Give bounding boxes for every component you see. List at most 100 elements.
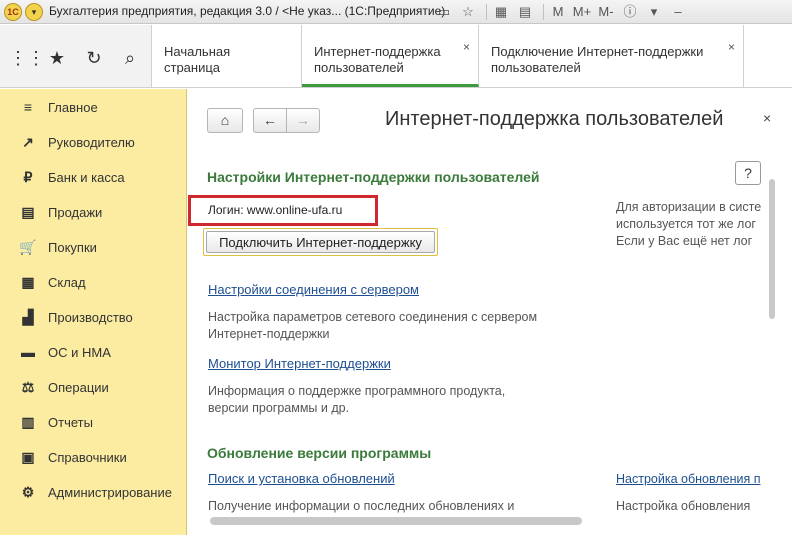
- sidebar-item-assets[interactable]: ▬ ОС и НМА: [0, 338, 187, 366]
- sidebar: ≡ Главное ↗ Руководителю ₽ Банк и касса …: [0, 89, 187, 535]
- tab-label: Начальная страница: [164, 44, 231, 75]
- trend-icon: ↗: [22, 134, 34, 150]
- scales-icon: ⚖: [21, 379, 35, 395]
- separator: [543, 4, 544, 20]
- desc-line: версии программы и др.: [208, 401, 350, 415]
- support-monitor-desc: Информация о поддержке программного прод…: [208, 383, 505, 417]
- sidebar-item-main[interactable]: ≡ Главное: [0, 93, 187, 121]
- tab-home[interactable]: Начальная страница: [152, 25, 302, 87]
- minimize-icon[interactable]: –: [668, 2, 688, 22]
- sidebar-item-manager[interactable]: ↗ Руководителю: [0, 128, 187, 156]
- horizontal-scrollbar[interactable]: [210, 517, 582, 525]
- sidebar-item-label: Склад: [48, 274, 86, 290]
- tab-bar: ⋮⋮ ★ ↻ ⌕ Начальная страница Интернет-под…: [0, 25, 792, 88]
- window-title: Бухгалтерия предприятия, редакция 3.0 / …: [49, 4, 446, 18]
- calendar-icon[interactable]: ▤: [515, 2, 535, 22]
- factory-icon: ▟: [22, 309, 34, 325]
- search-updates-link[interactable]: Поиск и установка обновлений: [208, 471, 395, 486]
- scrollbar-thumb[interactable]: [769, 179, 775, 319]
- chart-icon: ▥: [21, 414, 35, 430]
- sidebar-item-label: Отчеты: [48, 414, 93, 430]
- sidebar-item-production[interactable]: ▟ Производство: [0, 303, 187, 331]
- apps-grid-icon[interactable]: ⋮⋮: [9, 47, 45, 69]
- close-form-icon[interactable]: ×: [763, 110, 771, 126]
- window-icon[interactable]: ▭: [434, 2, 454, 22]
- history-icon[interactable]: ↻: [83, 47, 105, 69]
- sidebar-item-reports[interactable]: ▥ Отчеты: [0, 408, 187, 436]
- info-line: Для авторизации в систе: [616, 200, 762, 214]
- help-button[interactable]: ?: [735, 161, 761, 185]
- home-icon: ⌂: [220, 112, 230, 128]
- truck-icon: ▬: [21, 344, 35, 360]
- support-monitor-link[interactable]: Монитор Интернет-поддержки: [208, 356, 391, 371]
- sidebar-item-label: Покупки: [48, 239, 97, 255]
- tab-connect-support[interactable]: Подключение Интернет-поддержки пользоват…: [479, 25, 744, 87]
- memory-mminus-button[interactable]: M-: [596, 2, 616, 22]
- update-section-title: Обновление версии программы: [207, 445, 432, 461]
- update-settings-link[interactable]: Настройка обновления п: [616, 471, 766, 488]
- tab-close-icon[interactable]: ×: [728, 39, 735, 55]
- cart-icon: 🛒: [19, 239, 37, 255]
- sidebar-item-sales[interactable]: ▤ Продажи: [0, 198, 187, 226]
- connection-settings-link[interactable]: Настройки соединения с сервером: [208, 282, 419, 297]
- memory-mplus-button[interactable]: M+: [572, 2, 592, 22]
- book-icon: ▣: [21, 449, 35, 465]
- menu-icon: ≡: [23, 99, 33, 115]
- home-button[interactable]: ⌂: [207, 108, 243, 133]
- favorites-star-icon[interactable]: ★: [46, 47, 68, 69]
- sidebar-item-label: Руководителю: [48, 134, 135, 150]
- vertical-scrollbar[interactable]: [767, 177, 777, 529]
- sidebar-item-directories[interactable]: ▣ Справочники: [0, 443, 187, 471]
- search-updates-desc: Получение информации о последних обновле…: [208, 499, 515, 513]
- sidebar-item-administration[interactable]: ⚙ Администрирование: [0, 478, 187, 506]
- sidebar-item-label: Администрирование: [48, 484, 172, 500]
- ruble-icon: ₽: [23, 169, 33, 185]
- tab-close-icon[interactable]: ×: [463, 39, 470, 55]
- info-line: используется тот же лог: [616, 217, 756, 231]
- calculator-icon[interactable]: ▦: [491, 2, 511, 22]
- sidebar-item-label: Справочники: [48, 449, 127, 465]
- sidebar-item-purchases[interactable]: 🛒 Покупки: [0, 233, 187, 261]
- app-logo-icon[interactable]: 1С: [4, 3, 22, 21]
- sidebar-item-warehouse[interactable]: ▦ Склад: [0, 268, 187, 296]
- title-bar: 1С ▾ Бухгалтерия предприятия, редакция 3…: [0, 0, 792, 24]
- desc-line: Интернет-поддержки: [208, 327, 330, 341]
- back-button[interactable]: ←: [253, 108, 287, 133]
- dropdown-icon[interactable]: ▾: [644, 2, 664, 22]
- main-content: ⌂ ← → Интернет-поддержка пользователей ×…: [188, 89, 792, 535]
- gear-icon: ⚙: [21, 484, 35, 500]
- connection-settings-desc: Настройка параметров сетевого соединения…: [208, 309, 537, 343]
- desc-line: Информация о поддержке программного прод…: [208, 384, 506, 398]
- search-icon[interactable]: ⌕: [119, 47, 141, 69]
- sidebar-item-bank[interactable]: ₽ Банк и касса: [0, 163, 187, 191]
- sidebar-item-label: Банк и касса: [48, 169, 125, 185]
- desc-line: Настройка параметров сетевого соединения…: [208, 310, 538, 324]
- sidebar-item-label: Производство: [48, 309, 133, 325]
- memory-m-button[interactable]: M: [548, 2, 568, 22]
- update-settings-desc: Настройка обновления: [616, 499, 751, 513]
- info-icon[interactable]: ⓘ: [620, 2, 640, 22]
- arrow-right-icon: →: [296, 112, 310, 128]
- forward-button[interactable]: →: [286, 108, 320, 133]
- connect-button-label: Подключить Интернет-поддержку: [206, 231, 435, 253]
- quick-access-panel: ⋮⋮ ★ ↻ ⌕: [0, 25, 152, 87]
- warehouse-icon: ▦: [21, 274, 35, 290]
- tab-label: Подключение Интернет-поддержки пользоват…: [491, 44, 704, 75]
- auth-info-text: Для авторизации в систе используется тот…: [616, 199, 766, 250]
- tab-label: Интернет-поддержка пользователей: [314, 44, 441, 75]
- sidebar-item-operations[interactable]: ⚖ Операции: [0, 373, 187, 401]
- sidebar-item-label: Продажи: [48, 204, 103, 220]
- sidebar-item-label: Главное: [48, 99, 98, 115]
- info-line: Если у Вас ещё нет лог: [616, 234, 753, 248]
- settings-section-title: Настройки Интернет-поддержки пользовател…: [207, 169, 540, 185]
- login-text: Логин: www.online-ufa.ru: [208, 203, 343, 217]
- page-title: Интернет-поддержка пользователей: [385, 108, 724, 130]
- sidebar-item-label: ОС и НМА: [48, 344, 111, 360]
- connect-support-button[interactable]: Подключить Интернет-поддержку: [203, 228, 438, 256]
- star-icon[interactable]: ☆: [458, 2, 478, 22]
- tab-internet-support[interactable]: Интернет-поддержка пользователей ×: [302, 25, 479, 87]
- separator: [486, 4, 487, 20]
- sales-icon: ▤: [21, 204, 35, 220]
- main-menu-icon[interactable]: ▾: [25, 3, 43, 21]
- title-toolbar: ▭ ☆ ▦ ▤ M M+ M- ⓘ ▾ –: [434, 2, 692, 22]
